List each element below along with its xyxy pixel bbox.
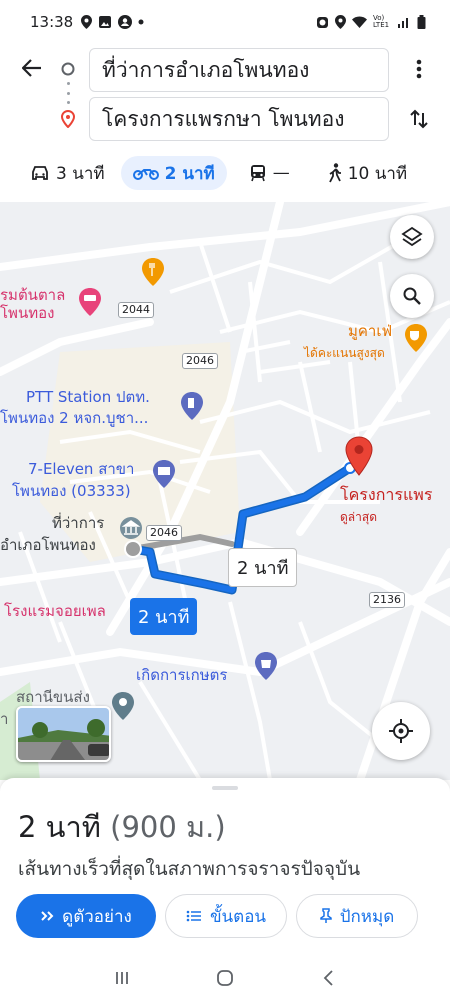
mode-car-label: 3 นาที bbox=[56, 163, 105, 184]
origin-circle-icon bbox=[61, 62, 75, 76]
car-icon bbox=[32, 166, 48, 180]
poi-hotel-bottom-label[interactable]: โรงแรมจอยเพล bbox=[4, 602, 106, 620]
bus-station-icon[interactable] bbox=[111, 692, 135, 720]
account-icon bbox=[118, 15, 133, 29]
recents-icon bbox=[115, 972, 128, 984]
destination-pin-icon bbox=[61, 110, 75, 128]
image-icon bbox=[99, 16, 112, 28]
home-icon bbox=[217, 970, 233, 986]
pushpin-icon bbox=[319, 908, 332, 923]
poi-farm-label[interactable]: เกิดการเกษตร bbox=[136, 666, 227, 684]
search-map-button[interactable] bbox=[390, 274, 434, 318]
mode-car[interactable]: 3 นาที bbox=[18, 156, 117, 190]
directions-panel: ที่ว่าการอำเภอโพนทอง โครงการแพรกษา โพนทอ… bbox=[0, 44, 450, 202]
arrow-back-icon bbox=[22, 59, 41, 77]
route-connector bbox=[66, 82, 70, 104]
transit-icon bbox=[250, 165, 265, 182]
double-chevron-icon bbox=[41, 911, 54, 921]
poi-seven-label-1[interactable]: 7-Eleven สาขา bbox=[28, 460, 134, 478]
more-vert-icon bbox=[416, 59, 422, 79]
dot-icon bbox=[138, 19, 144, 25]
poi-hotel-top-label[interactable]: รมต้นตาล โพนทอง bbox=[0, 286, 65, 322]
poi-cafe-label[interactable]: มูคาเฟ่ bbox=[348, 322, 392, 340]
preview-button-label: ดูตัวอย่าง bbox=[62, 906, 132, 927]
mode-motorcycle-label: 2 นาที bbox=[164, 163, 215, 184]
status-time: 13:38 bbox=[30, 13, 74, 31]
route-distance: (900 ม.) bbox=[110, 810, 226, 844]
mode-motorcycle[interactable]: 2 นาที bbox=[120, 156, 227, 190]
steps-button[interactable]: ขั้นตอน bbox=[165, 894, 287, 938]
travel-modes: 3 นาที 2 นาที — 10 นาที bbox=[0, 156, 450, 190]
poi-seven-label-2[interactable]: โพนทอง (03333) bbox=[12, 482, 131, 500]
layers-button[interactable] bbox=[390, 215, 434, 259]
street-view-thumbnail[interactable] bbox=[16, 706, 111, 762]
walk-icon bbox=[328, 163, 341, 183]
route-summary-sheet[interactable]: 2 นาที (900 ม.) เส้นทางเร็วที่สุดในสภาพก… bbox=[0, 778, 450, 956]
mode-transit-label: — bbox=[272, 163, 290, 183]
destination-map-pin-icon[interactable] bbox=[343, 436, 375, 476]
status-bar: 13:38 Vo) LTE1 bbox=[0, 0, 450, 44]
back-nav-button[interactable] bbox=[313, 963, 343, 993]
my-location-icon bbox=[389, 719, 413, 743]
battery-icon bbox=[417, 15, 426, 29]
swap-vert-icon bbox=[410, 109, 428, 129]
poi-station-label[interactable]: สถานีขนส่ง bbox=[16, 688, 90, 706]
destination-note: ดูล่าสุด bbox=[340, 510, 378, 524]
back-icon bbox=[324, 970, 333, 986]
route-subtitle: เส้นทางเร็วที่สุดในสภาพการจราจรปัจจุบัน bbox=[18, 858, 361, 880]
street-view-image bbox=[18, 708, 109, 760]
poi-ptt-label-2[interactable]: โพนทอง 2 หจก.บูชา... bbox=[0, 409, 148, 427]
cafe-icon[interactable] bbox=[404, 324, 428, 352]
poi-cafe-note: ได้คะแนนสูงสุด bbox=[304, 346, 385, 360]
mode-walk[interactable]: 10 นาที bbox=[316, 156, 419, 190]
route-duration: 2 นาที bbox=[18, 810, 101, 844]
list-icon bbox=[186, 910, 201, 922]
my-location-button[interactable] bbox=[372, 702, 430, 760]
road-shield-2046-b: 2046 bbox=[146, 525, 182, 541]
pin-button[interactable]: ปักหมุด bbox=[296, 894, 418, 938]
system-nav-bar bbox=[0, 956, 450, 1000]
origin-label-2[interactable]: อำเภอโพนทอง bbox=[0, 536, 96, 554]
selected-route-duration-chip[interactable]: 2 นาที bbox=[130, 598, 198, 635]
wifi-icon bbox=[352, 16, 367, 28]
signal-icon bbox=[398, 18, 408, 28]
origin-input[interactable]: ที่ว่าการอำเภอโพนทอง bbox=[89, 48, 389, 92]
road-shield-2046-a: 2046 bbox=[182, 353, 218, 369]
alt-route-duration-chip[interactable]: 2 นาที bbox=[228, 548, 298, 587]
location-icon bbox=[335, 15, 346, 29]
location-icon bbox=[81, 15, 93, 29]
alarm-icon bbox=[317, 17, 328, 28]
volte-icon: Vo) LTE1 bbox=[373, 14, 390, 29]
swap-button[interactable] bbox=[404, 104, 434, 134]
recents-button[interactable] bbox=[107, 963, 137, 993]
route-duration-summary: 2 นาที (900 ม.) bbox=[18, 804, 226, 850]
shop-icon[interactable] bbox=[254, 652, 278, 680]
hotel-icon[interactable] bbox=[78, 288, 102, 316]
destination-label[interactable]: โครงการแพร bbox=[340, 486, 432, 504]
pin-button-label: ปักหมุด bbox=[339, 906, 395, 927]
more-options-button[interactable] bbox=[404, 54, 434, 84]
search-icon bbox=[403, 287, 421, 305]
destination-input[interactable]: โครงการแพรกษา โพนทอง bbox=[89, 97, 389, 141]
motorcycle-icon bbox=[132, 169, 159, 180]
back-button[interactable] bbox=[18, 54, 46, 82]
layers-icon bbox=[401, 226, 423, 247]
poi-station-left-label: า bbox=[0, 710, 9, 728]
gas-station-icon[interactable] bbox=[180, 392, 204, 420]
store-icon[interactable] bbox=[152, 460, 176, 488]
government-icon[interactable] bbox=[119, 516, 143, 540]
mode-walk-label: 10 นาที bbox=[347, 163, 408, 184]
sheet-drag-handle[interactable] bbox=[212, 786, 238, 790]
road-shield-2136: 2136 bbox=[369, 592, 405, 608]
mode-transit[interactable]: — bbox=[237, 156, 302, 190]
home-button[interactable] bbox=[210, 963, 240, 993]
road-shield-2044: 2044 bbox=[118, 302, 154, 318]
preview-button[interactable]: ดูตัวอย่าง bbox=[16, 894, 156, 938]
map-view[interactable]: รมต้นตาล โพนทอง มูคาเฟ่ ได้คะแนนสูงสุด PT… bbox=[0, 202, 450, 780]
restaurant-icon[interactable] bbox=[141, 258, 165, 286]
steps-button-label: ขั้นตอน bbox=[209, 906, 267, 927]
poi-ptt-label-1[interactable]: PTT Station ปตท. bbox=[26, 388, 150, 406]
origin-label-1[interactable]: ที่ว่าการ bbox=[52, 514, 104, 532]
